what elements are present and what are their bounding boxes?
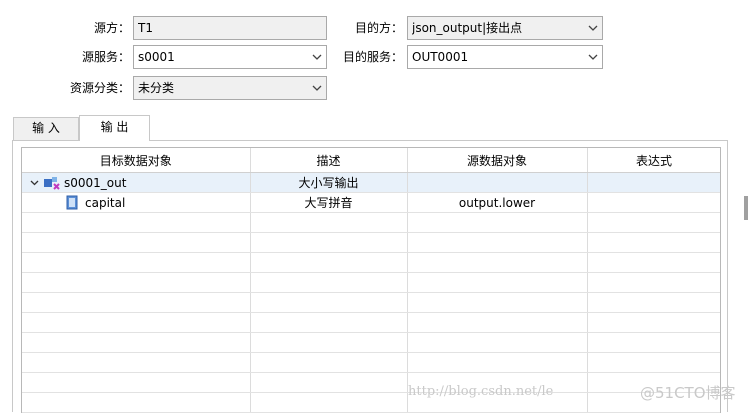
empty-row bbox=[22, 373, 721, 393]
empty-cell bbox=[587, 313, 721, 333]
empty-cell bbox=[407, 253, 587, 273]
empty-cell bbox=[407, 213, 587, 233]
mapping-grid: 目标数据对象 描述 源数据对象 表达式 bbox=[21, 147, 721, 413]
empty-cell bbox=[22, 273, 250, 293]
watermark-brand: @51CTO博客 bbox=[640, 382, 736, 403]
empty-cell bbox=[250, 353, 407, 373]
target-select[interactable]: json_output|接出点 bbox=[407, 16, 603, 40]
column-header-target[interactable]: 目标数据对象 bbox=[22, 148, 250, 173]
source-service-select[interactable]: s0001 bbox=[133, 45, 327, 69]
target-label: 目的方： bbox=[330, 19, 403, 37]
empty-cell bbox=[587, 213, 721, 233]
empty-cell bbox=[587, 293, 721, 313]
target-cell[interactable]: capital bbox=[22, 193, 250, 213]
category-label: 资源分类： bbox=[50, 79, 130, 97]
field-icon bbox=[64, 195, 80, 210]
expr-cell[interactable] bbox=[587, 193, 721, 213]
table-row[interactable]: capital 大写拼音 output.lower bbox=[22, 193, 721, 213]
empty-cell bbox=[587, 273, 721, 293]
empty-cell bbox=[407, 233, 587, 253]
empty-cell bbox=[587, 233, 721, 253]
source-field[interactable]: T1 bbox=[133, 16, 327, 40]
empty-cell bbox=[250, 213, 407, 233]
empty-cell bbox=[22, 373, 250, 393]
empty-row bbox=[22, 353, 721, 373]
source-cell[interactable] bbox=[407, 173, 587, 193]
target-value: json_output|接出点 bbox=[412, 17, 582, 39]
desc-cell[interactable]: 大写拼音 bbox=[250, 193, 407, 213]
mapping-table: 目标数据对象 描述 源数据对象 表达式 bbox=[22, 148, 721, 413]
chevron-down-icon bbox=[308, 77, 326, 99]
table-header-row: 目标数据对象 描述 源数据对象 表达式 bbox=[22, 148, 721, 173]
empty-cell bbox=[407, 293, 587, 313]
empty-cell bbox=[407, 333, 587, 353]
empty-cell bbox=[22, 353, 250, 373]
row-name: s0001_out bbox=[64, 176, 126, 190]
empty-cell bbox=[22, 313, 250, 333]
source-service-value: s0001 bbox=[138, 46, 306, 68]
empty-row bbox=[22, 253, 721, 273]
source-label: 源方： bbox=[60, 19, 130, 37]
empty-cell bbox=[250, 233, 407, 253]
watermark-url: http://blog.csdn.net/le bbox=[408, 384, 553, 399]
chevron-down-icon[interactable] bbox=[26, 180, 42, 186]
empty-row bbox=[22, 293, 721, 313]
category-value: 未分类 bbox=[138, 77, 306, 99]
empty-cell bbox=[22, 293, 250, 313]
empty-cell bbox=[587, 353, 721, 373]
target-service-value: OUT0001 bbox=[412, 46, 582, 68]
empty-cell bbox=[587, 333, 721, 353]
empty-cell bbox=[22, 393, 250, 413]
empty-cell bbox=[250, 253, 407, 273]
target-service-label: 目的服务： bbox=[322, 48, 403, 66]
column-header-expr[interactable]: 表达式 bbox=[587, 148, 721, 173]
source-cell[interactable]: output.lower bbox=[407, 193, 587, 213]
column-header-desc[interactable]: 描述 bbox=[250, 148, 407, 173]
tab-output[interactable]: 输 出 bbox=[79, 115, 150, 141]
empty-row bbox=[22, 313, 721, 333]
empty-cell bbox=[250, 373, 407, 393]
column-header-source[interactable]: 源数据对象 bbox=[407, 148, 587, 173]
expr-cell[interactable] bbox=[587, 173, 721, 193]
target-cell[interactable]: s0001_out bbox=[22, 173, 250, 193]
empty-cell bbox=[407, 273, 587, 293]
tab-input[interactable]: 输 入 bbox=[13, 117, 79, 140]
empty-cell bbox=[250, 333, 407, 353]
empty-row bbox=[22, 233, 721, 253]
chevron-down-icon bbox=[584, 46, 602, 68]
target-service-select[interactable]: OUT0001 bbox=[407, 45, 603, 69]
empty-cell bbox=[250, 273, 407, 293]
source-value: T1 bbox=[138, 17, 306, 39]
empty-row bbox=[22, 393, 721, 413]
empty-cell bbox=[22, 333, 250, 353]
empty-cell bbox=[407, 353, 587, 373]
empty-cell bbox=[250, 293, 407, 313]
empty-cell bbox=[250, 313, 407, 333]
empty-cell bbox=[22, 213, 250, 233]
scrollbar-thumb[interactable] bbox=[744, 196, 748, 220]
empty-cell bbox=[22, 253, 250, 273]
category-select[interactable]: 未分类 bbox=[133, 76, 327, 100]
empty-cell bbox=[250, 393, 407, 413]
row-name: capital bbox=[85, 196, 125, 210]
desc-cell[interactable]: 大小写输出 bbox=[250, 173, 407, 193]
output-panel: 目标数据对象 描述 源数据对象 表达式 bbox=[12, 140, 728, 412]
empty-row bbox=[22, 333, 721, 353]
empty-cell bbox=[22, 233, 250, 253]
empty-cell bbox=[407, 313, 587, 333]
source-service-label: 源服务： bbox=[60, 48, 130, 66]
empty-row bbox=[22, 273, 721, 293]
empty-cell bbox=[587, 253, 721, 273]
structure-icon bbox=[42, 176, 62, 190]
chevron-down-icon bbox=[584, 17, 602, 39]
empty-row bbox=[22, 213, 721, 233]
table-row[interactable]: s0001_out 大小写输出 bbox=[22, 173, 721, 193]
